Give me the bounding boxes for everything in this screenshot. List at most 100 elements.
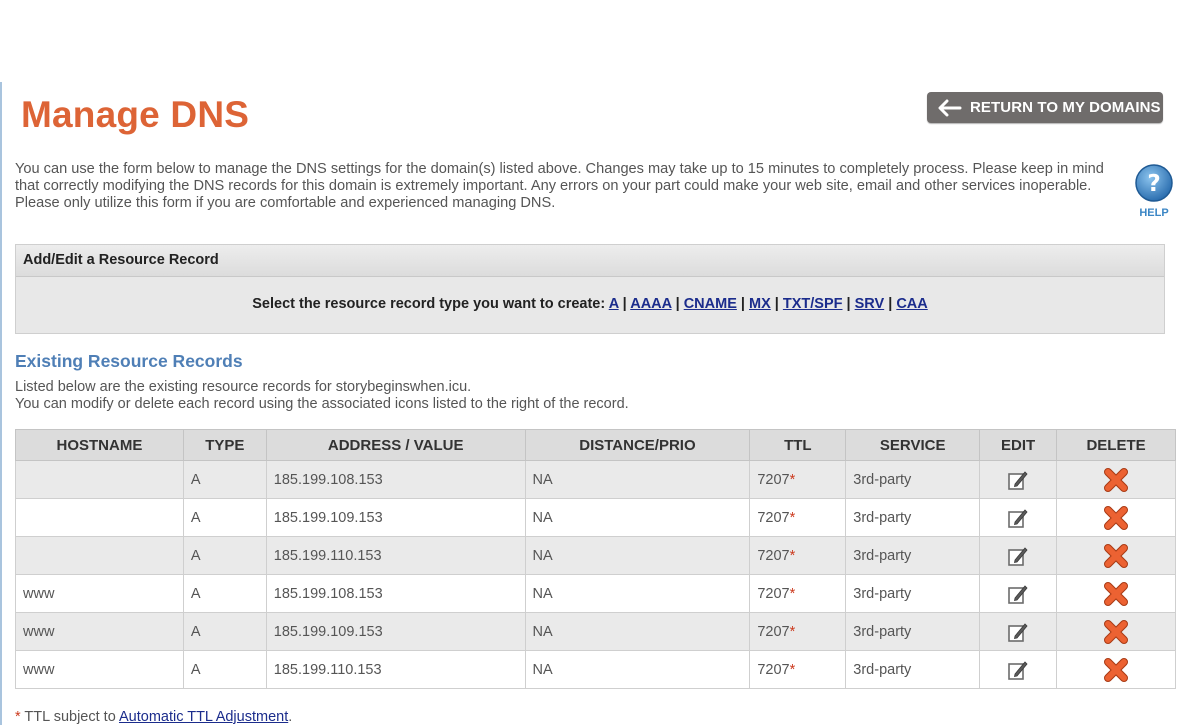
cell-type: A (182, 650, 267, 689)
column-header-delete: DELETE (1056, 429, 1176, 461)
ttl-value: 7207 (757, 471, 790, 488)
cell-address: 185.199.110.153 (265, 650, 526, 689)
intro-text: You can use the form below to manage the… (15, 161, 1104, 211)
arrow-left-icon (938, 99, 962, 116)
cell-hostname (15, 536, 184, 575)
cell-distance: NA (524, 612, 751, 651)
cell-address: 185.199.109.153 (265, 612, 526, 651)
column-header-edit: EDIT (979, 429, 1058, 461)
record-type-separator: | (736, 296, 749, 312)
record-type-link-txt-spf[interactable]: TXT/SPF (783, 296, 843, 312)
ttl-marker: * (789, 585, 796, 602)
cell-edit (979, 612, 1058, 651)
cell-service: 3rd-party (845, 612, 981, 651)
edit-pencil-icon[interactable] (1007, 621, 1029, 643)
record-type-prompt: Select the resource record type you want… (252, 296, 606, 312)
column-header-distance: DISTANCE/PRIO (524, 429, 751, 461)
cell-address: 185.199.109.153 (265, 498, 526, 537)
record-type-link-aaaa[interactable]: AAAA (630, 296, 671, 312)
cell-type: A (182, 460, 267, 499)
record-type-link-caa[interactable]: CAA (896, 296, 927, 312)
record-type-separator: | (770, 296, 783, 312)
edit-pencil-icon[interactable] (1007, 583, 1029, 605)
cell-service: 3rd-party (845, 460, 981, 499)
table-row: A 185.199.110.153 NA 7207* 3rd-party (15, 536, 1176, 575)
footnote-end: . (288, 709, 293, 725)
ttl-marker: * (789, 509, 796, 526)
table-row: www A 185.199.108.153 NA 7207* 3rd-party (15, 574, 1176, 613)
existing-records-heading: Existing Resource Records (15, 351, 243, 371)
record-type-link-mx[interactable]: MX (749, 296, 771, 312)
cell-service: 3rd-party (845, 498, 981, 537)
help-button[interactable]: ? HELP (1133, 163, 1175, 219)
table-header-row: HOSTNAME TYPE ADDRESS / VALUE DISTANCE/P… (15, 429, 1176, 461)
table-row: A 185.199.108.153 NA 7207* 3rd-party (15, 460, 1176, 499)
cell-address: 185.199.108.153 (265, 460, 526, 499)
cell-edit (979, 574, 1058, 613)
delete-x-icon[interactable] (1103, 581, 1129, 606)
cell-service: 3rd-party (845, 574, 981, 613)
cell-hostname: www (15, 612, 184, 651)
svg-text:?: ? (1147, 171, 1160, 197)
record-type-separator: | (618, 296, 631, 312)
cell-edit (979, 536, 1058, 575)
page-title: Manage DNS (21, 94, 250, 135)
delete-x-icon[interactable] (1103, 543, 1129, 568)
table-row: www A 185.199.110.153 NA 7207* 3rd-party (15, 650, 1176, 689)
delete-x-icon[interactable] (1103, 619, 1129, 644)
edit-pencil-icon[interactable] (1007, 469, 1029, 491)
cell-address: 185.199.110.153 (265, 536, 526, 575)
cell-type: A (182, 612, 267, 651)
existing-desc-line2: You can modify or delete each record usi… (15, 396, 629, 412)
table-row: www A 185.199.109.153 NA 7207* 3rd-party (15, 612, 1176, 651)
cell-ttl: 7207* (749, 498, 847, 537)
cell-type: A (182, 498, 267, 537)
cell-ttl: 7207* (749, 574, 847, 613)
delete-x-icon[interactable] (1103, 657, 1129, 682)
cell-ttl: 7207* (749, 460, 847, 499)
return-to-domains-button[interactable]: RETURN TO MY DOMAINS (927, 92, 1163, 123)
cell-delete (1056, 574, 1176, 613)
edit-pencil-icon[interactable] (1007, 545, 1029, 567)
cell-distance: NA (524, 460, 751, 499)
page-left-rule (0, 82, 2, 725)
delete-x-icon[interactable] (1103, 467, 1129, 492)
delete-x-icon[interactable] (1103, 505, 1129, 530)
column-header-type: TYPE (182, 429, 267, 461)
record-type-selector: Select the resource record type you want… (16, 296, 1164, 312)
cell-delete (1056, 536, 1176, 575)
column-header-ttl: TTL (749, 429, 847, 461)
cell-edit (979, 460, 1058, 499)
column-header-service: SERVICE (845, 429, 981, 461)
ttl-marker: * (789, 471, 796, 488)
record-type-separator: | (884, 296, 897, 312)
column-header-address: ADDRESS / VALUE (265, 429, 526, 461)
cell-distance: NA (524, 650, 751, 689)
cell-hostname (15, 498, 184, 537)
cell-address: 185.199.108.153 (265, 574, 526, 613)
record-type-link-srv[interactable]: SRV (855, 296, 885, 312)
column-header-hostname: HOSTNAME (15, 429, 184, 461)
record-type-links: A | AAAA | CNAME | MX | TXT/SPF | SRV | … (609, 296, 928, 312)
cell-delete (1056, 460, 1176, 499)
record-type-link-a[interactable]: A (609, 296, 619, 312)
edit-pencil-icon[interactable] (1007, 659, 1029, 681)
edit-pencil-icon[interactable] (1007, 507, 1029, 529)
cell-distance: NA (524, 574, 751, 613)
add-record-panel: Add/Edit a Resource Record Select the re… (15, 244, 1165, 334)
record-type-link-cname[interactable]: CNAME (684, 296, 737, 312)
ttl-value: 7207 (757, 623, 790, 640)
footnote-text: TTL subject to (20, 709, 119, 725)
cell-edit (979, 498, 1058, 537)
ttl-marker: * (789, 547, 796, 564)
ttl-marker: * (789, 661, 796, 678)
cell-delete (1056, 498, 1176, 537)
cell-distance: NA (524, 498, 751, 537)
cell-delete (1056, 612, 1176, 651)
automatic-ttl-link[interactable]: Automatic TTL Adjustment (119, 709, 288, 725)
cell-service: 3rd-party (845, 650, 981, 689)
cell-delete (1056, 650, 1176, 689)
return-button-label: RETURN TO MY DOMAINS (970, 99, 1161, 116)
help-label: HELP (1139, 207, 1169, 219)
ttl-value: 7207 (757, 509, 790, 526)
